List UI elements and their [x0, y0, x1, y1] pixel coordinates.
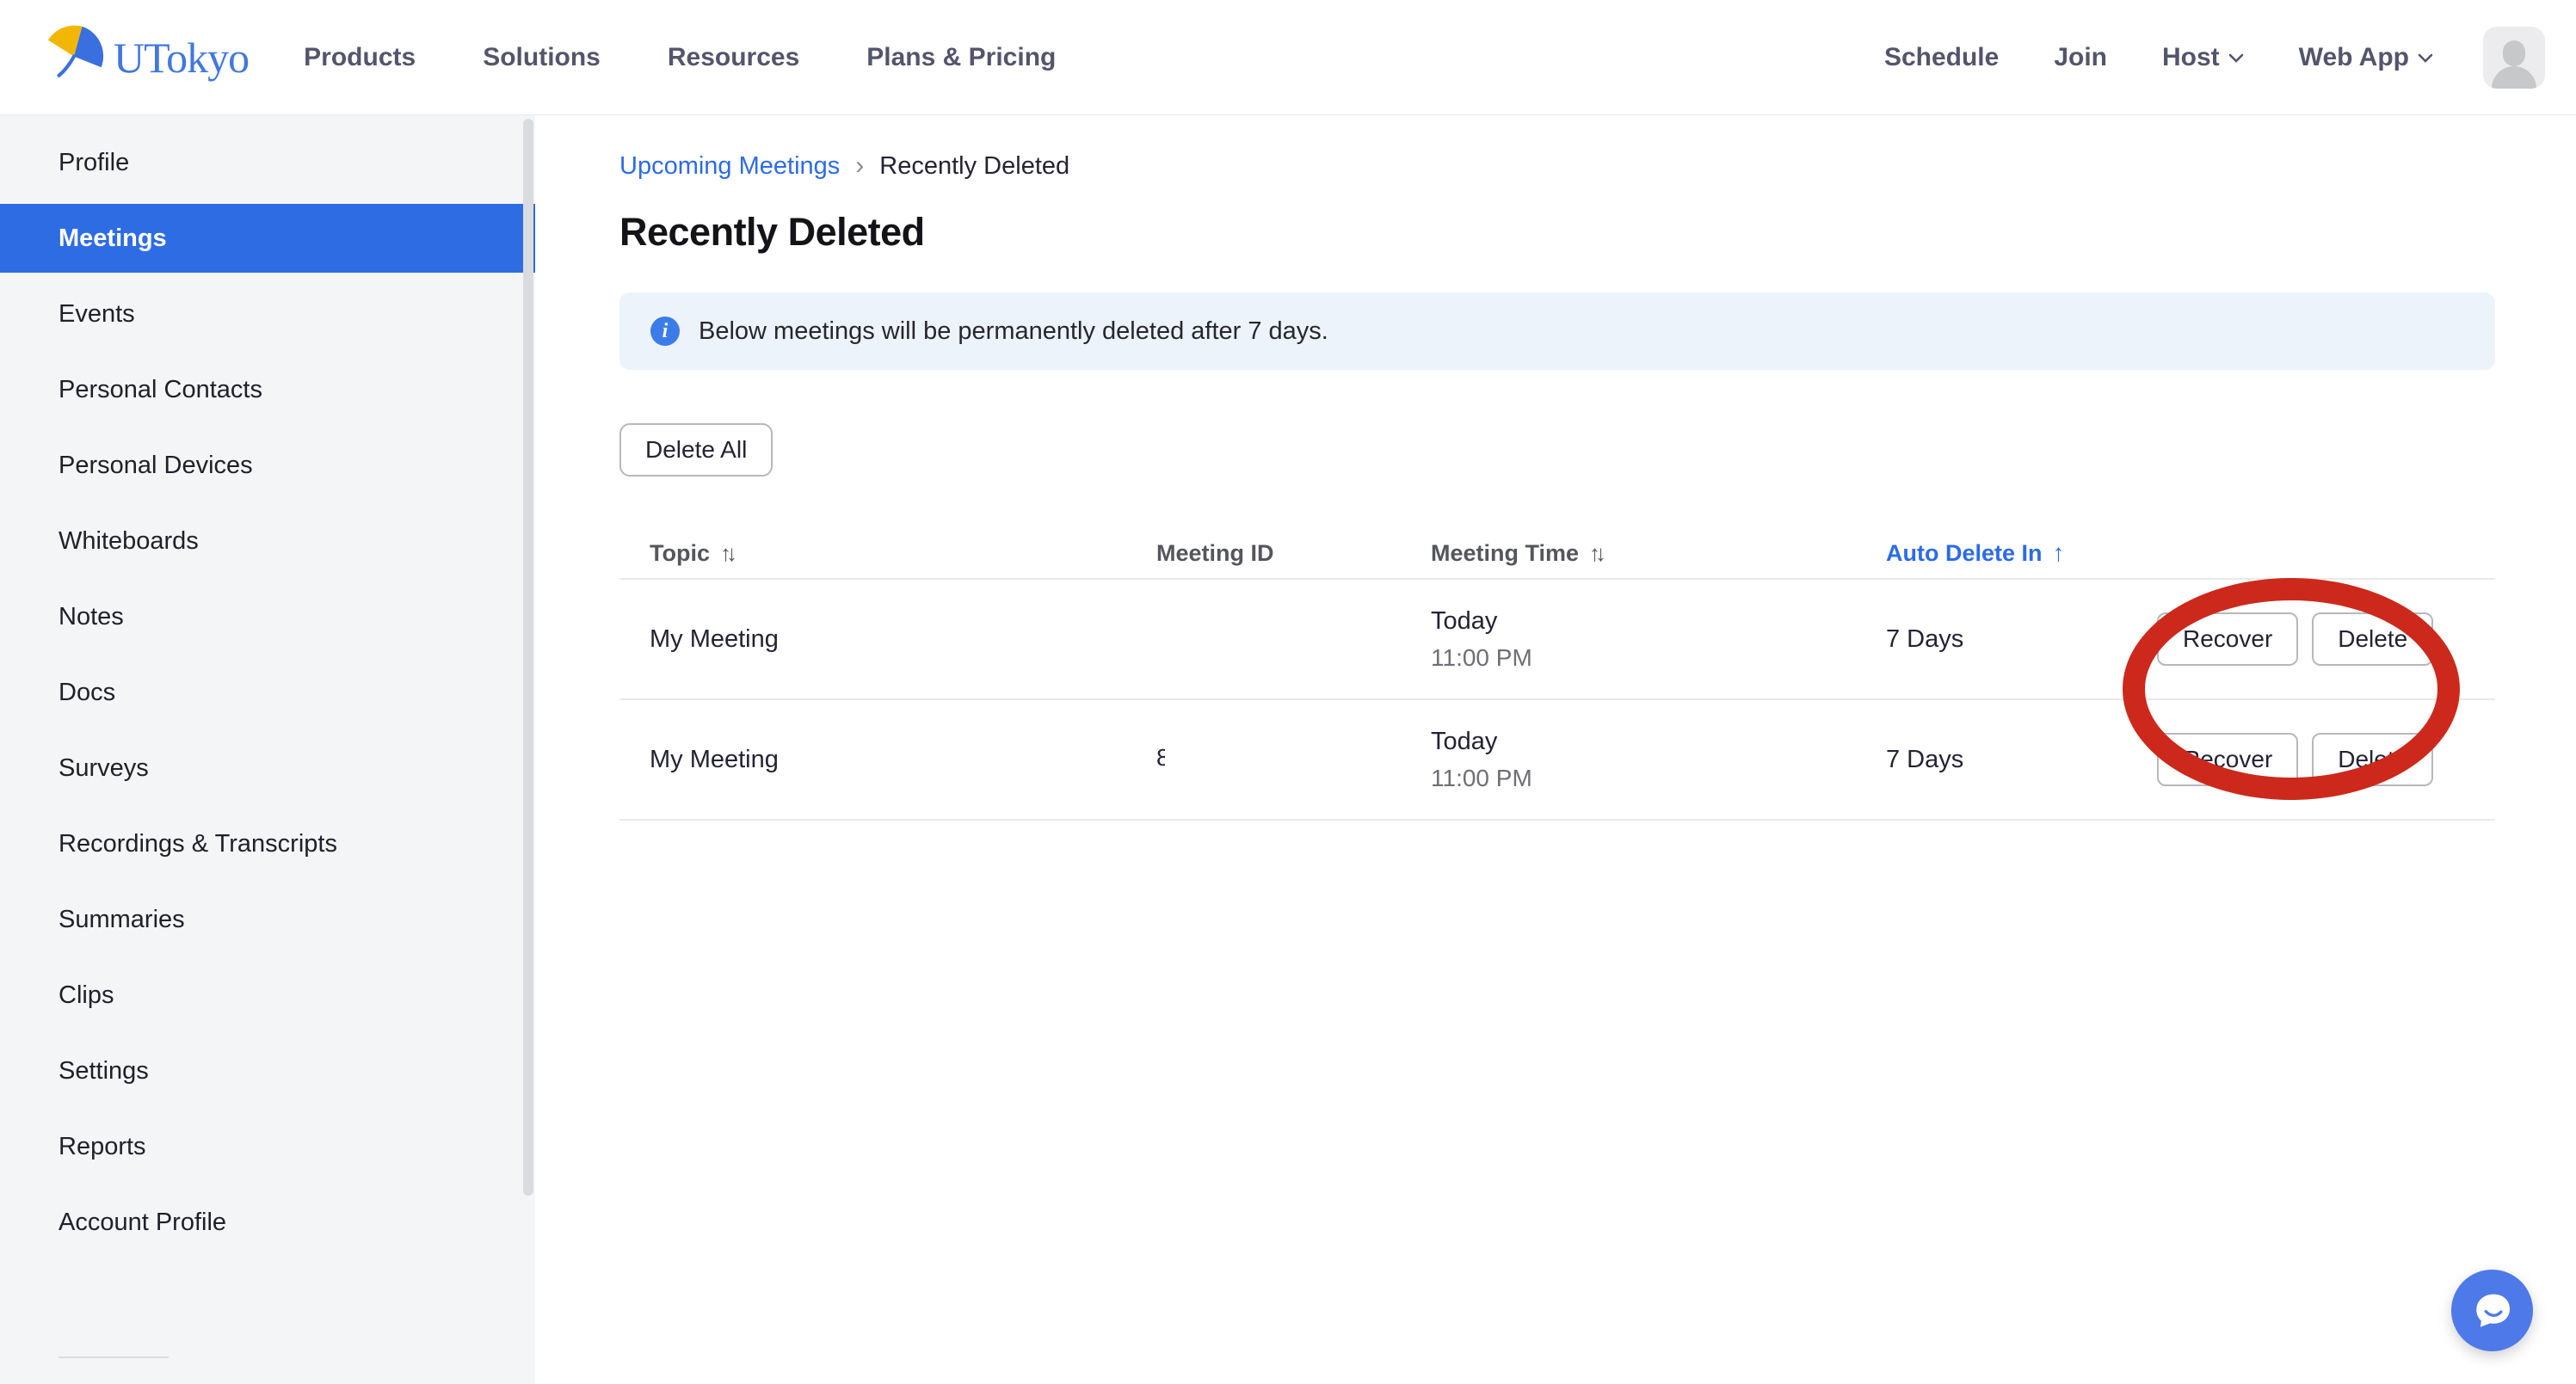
nav-host-dropdown[interactable]: Host	[2162, 43, 2244, 72]
meeting-day: Today	[1431, 607, 1497, 636]
top-navbar: UTokyo Products Solutions Resources Plan…	[0, 0, 2576, 115]
sort-ascending-icon: ↑	[2053, 539, 2065, 567]
breadcrumb-separator-icon: ›	[855, 151, 864, 181]
sidebar-item-recordings-transcripts[interactable]: Recordings & Transcripts	[0, 809, 535, 878]
sidebar-item-docs[interactable]: Docs	[0, 658, 535, 727]
table-header-row: Topic ↑↓ Meeting ID Meeting Time ↑↓ Auto…	[619, 528, 2495, 580]
table-row: My Meeting 8 Today 11:00 PM 7 Days Recov…	[619, 700, 2495, 821]
sidebar-item-whiteboards[interactable]: Whiteboards	[0, 507, 535, 575]
nav-schedule[interactable]: Schedule	[1884, 43, 1999, 72]
sidebar-item-summaries[interactable]: Summaries	[0, 885, 535, 954]
nav-webapp-dropdown[interactable]: Web App	[2299, 43, 2433, 72]
column-header-auto-delete-in[interactable]: Auto Delete In ↑	[1886, 539, 2147, 567]
deleted-meetings-table: Topic ↑↓ Meeting ID Meeting Time ↑↓ Auto…	[619, 528, 2495, 821]
info-banner-text: Below meetings will be permanently delet…	[699, 317, 1328, 346]
primary-nav: Products Solutions Resources Plans & Pri…	[304, 43, 1056, 72]
sidebar-item-meetings[interactable]: Meetings	[0, 204, 535, 273]
sidebar-item-reports[interactable]: Reports	[0, 1112, 535, 1181]
cell-meeting-time: Today 11:00 PM	[1431, 607, 1886, 672]
sidebar-divider	[59, 1356, 169, 1358]
brand-logo[interactable]: UTokyo	[41, 22, 249, 92]
nav-solutions[interactable]: Solutions	[483, 43, 601, 72]
meeting-clock: 11:00 PM	[1431, 765, 1532, 792]
page-title: Recently Deleted	[619, 210, 2495, 255]
info-banner: i Below meetings will be permanently del…	[619, 292, 2495, 370]
meeting-day: Today	[1431, 728, 1497, 756]
sidebar-item-personal-contacts[interactable]: Personal Contacts	[0, 355, 535, 424]
app-window: UTokyo Products Solutions Resources Plan…	[0, 0, 2576, 1384]
cell-topic: My Meeting	[619, 625, 1156, 654]
breadcrumb-upcoming-meetings[interactable]: Upcoming Meetings	[619, 152, 840, 181]
recover-button[interactable]: Recover	[2157, 733, 2298, 786]
chevron-down-icon	[2418, 52, 2433, 63]
sidebar-item-surveys[interactable]: Surveys	[0, 734, 535, 803]
sidebar-menu: Profile Meetings Events Personal Contact…	[0, 128, 535, 1257]
sidebar: Profile Meetings Events Personal Contact…	[0, 115, 535, 1384]
column-header-meeting-id: Meeting ID	[1156, 540, 1431, 567]
recover-button[interactable]: Recover	[2157, 612, 2298, 666]
cell-auto-delete: 7 Days	[1886, 625, 2147, 654]
chat-support-button[interactable]	[2451, 1270, 2533, 1351]
brand-name: UTokyo	[114, 33, 249, 83]
cell-meeting-time: Today 11:00 PM	[1431, 728, 1886, 792]
sidebar-scrollbar[interactable]	[523, 119, 533, 1196]
column-header-meeting-time[interactable]: Meeting Time ↑↓	[1431, 540, 1886, 567]
nav-join[interactable]: Join	[2054, 43, 2107, 72]
nav-products[interactable]: Products	[304, 43, 416, 72]
ginkgo-leaf-icon	[41, 22, 107, 92]
sidebar-item-notes[interactable]: Notes	[0, 582, 535, 651]
cell-topic: My Meeting	[619, 746, 1156, 774]
delete-button[interactable]: Delete	[2312, 733, 2433, 786]
column-header-topic[interactable]: Topic ↑↓	[619, 540, 1156, 567]
cell-actions: Recover Delete	[2147, 612, 2495, 666]
sidebar-item-account-profile[interactable]: Account Profile	[0, 1188, 535, 1257]
chat-bubble-icon	[2466, 1284, 2519, 1338]
sidebar-item-profile[interactable]: Profile	[0, 128, 535, 197]
cell-actions: Recover Delete	[2147, 733, 2495, 786]
sidebar-item-events[interactable]: Events	[0, 280, 535, 348]
secondary-nav: Schedule Join Host Web App	[1884, 27, 2545, 89]
info-icon: i	[650, 317, 680, 346]
sidebar-item-settings[interactable]: Settings	[0, 1036, 535, 1105]
breadcrumb: Upcoming Meetings › Recently Deleted	[619, 151, 2495, 181]
user-avatar[interactable]	[2483, 27, 2545, 89]
sidebar-item-personal-devices[interactable]: Personal Devices	[0, 431, 535, 500]
meeting-clock: 11:00 PM	[1431, 644, 1532, 672]
cell-auto-delete: 7 Days	[1886, 746, 2147, 774]
table-row: My Meeting Today 11:00 PM 7 Days Recover…	[619, 580, 2495, 700]
cell-meeting-id: 8	[1156, 744, 1431, 775]
sidebar-item-clips[interactable]: Clips	[0, 961, 535, 1030]
breadcrumb-current: Recently Deleted	[879, 152, 1069, 181]
clipped-meeting-id: 8	[1156, 744, 1165, 775]
main-content: Upcoming Meetings › Recently Deleted Rec…	[535, 115, 2576, 1384]
sort-icon: ↑↓	[720, 540, 732, 567]
sort-icon: ↑↓	[1589, 540, 1601, 567]
nav-resources[interactable]: Resources	[668, 43, 799, 72]
delete-button[interactable]: Delete	[2312, 612, 2433, 666]
nav-plans-pricing[interactable]: Plans & Pricing	[866, 43, 1056, 72]
delete-all-button[interactable]: Delete All	[619, 423, 773, 477]
chevron-down-icon	[2228, 52, 2244, 63]
